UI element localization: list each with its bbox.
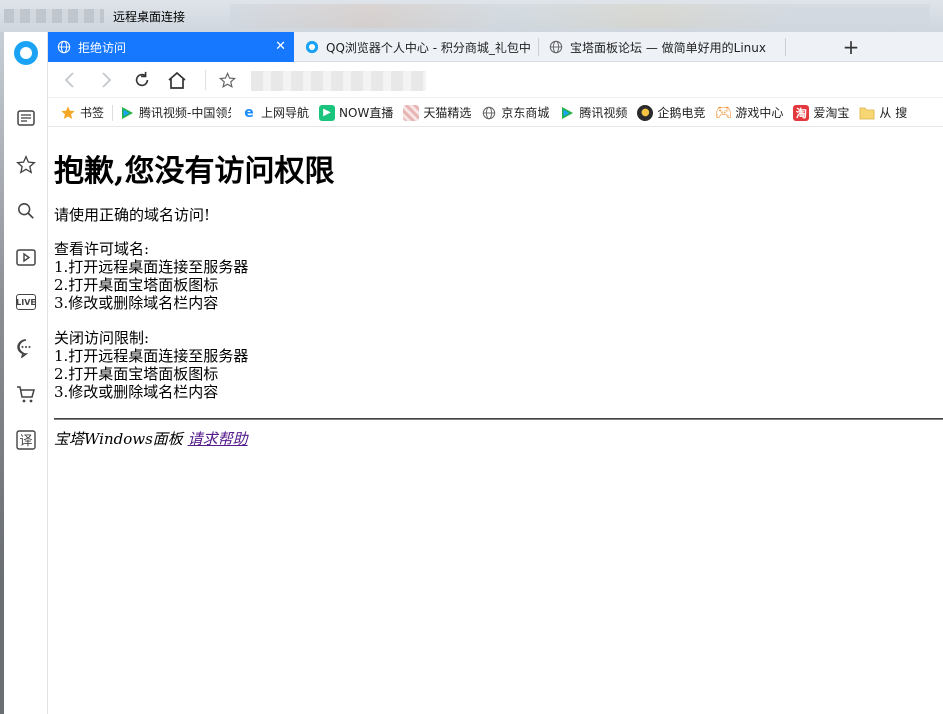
- divider: [112, 104, 114, 121]
- page-heading: 抱歉,您没有访问权限: [54, 154, 335, 189]
- bookmark-star-icon[interactable]: [215, 68, 239, 92]
- tab-label: QQ浏览器个人中心 - 积分商城_礼包中: [326, 40, 531, 55]
- window-title: 远程桌面连接: [113, 10, 186, 24]
- page-footer: 宝塔Windows面板 请求帮助: [54, 428, 248, 449]
- bookmark-tencent-video[interactable]: 腾讯视频: [559, 104, 627, 121]
- tab-qq-user-center[interactable]: QQ浏览器个人中心 - 积分商城_礼包中: [296, 32, 536, 62]
- page-content: 抱歉,您没有访问权限 请使用正确的域名访问! 查看许可域名: 1.打开远程桌面连…: [54, 128, 943, 714]
- globe-icon: [481, 105, 497, 121]
- desktop-edge: [0, 32, 4, 714]
- step-item: 3.修改或删除域名栏内容: [54, 294, 219, 312]
- bookmark-now-live[interactable]: ▶ NOW直播: [319, 104, 393, 121]
- qq-browser-icon: [304, 39, 320, 55]
- news-icon[interactable]: [15, 107, 37, 129]
- globe-icon: [548, 39, 564, 55]
- tab-access-denied[interactable]: 拒绝访问 ✕: [48, 32, 294, 62]
- qq-browser-logo-icon[interactable]: [14, 41, 38, 65]
- bookmarks-bar: 书签 腾讯视频-中国领先 e 上网导航 ▶ NOW直播 天猫精选 京东商城 腾讯…: [48, 99, 943, 127]
- horizontal-rule: [54, 418, 943, 420]
- step-item: 1.打开远程桌面连接至服务器: [54, 347, 249, 365]
- new-tab-button[interactable]: +: [841, 35, 861, 59]
- bookmark-jd[interactable]: 京东商城: [481, 104, 549, 121]
- svg-text:译: 译: [19, 434, 32, 449]
- footer-text: 宝塔Windows面板: [54, 430, 183, 448]
- bookmark-penguin-esports[interactable]: ● 企鹅电竞: [637, 104, 705, 121]
- step-item: 2.打开桌面宝塔面板图标: [54, 276, 219, 294]
- view-domains-section: 查看许可域名: 1.打开远程桌面连接至服务器 2.打开桌面宝塔面板图标 3.修改…: [54, 240, 248, 312]
- forward-button[interactable]: [94, 68, 118, 92]
- bookmark-folder[interactable]: 从 搜: [859, 104, 907, 121]
- tencent-video-icon: [119, 105, 135, 121]
- translate-icon[interactable]: 译: [15, 429, 37, 451]
- live-icon[interactable]: LIVE: [15, 291, 37, 313]
- bookmark-ai-taobao[interactable]: 淘 爱淘宝: [793, 104, 849, 121]
- bookmark-game-center[interactable]: 🎮︎ 游戏中心: [714, 104, 784, 121]
- blurred-region: [4, 9, 104, 23]
- bookmark-tmall[interactable]: 天猫精选: [403, 104, 471, 121]
- taobao-icon: 淘: [793, 104, 810, 121]
- globe-icon: [56, 39, 72, 55]
- chat-icon[interactable]: [15, 337, 37, 359]
- step-item: 2.打开桌面宝塔面板图标: [54, 365, 219, 383]
- disable-restriction-section: 关闭访问限制: 1.打开远程桌面连接至服务器 2.打开桌面宝塔面板图标 3.修改…: [54, 329, 248, 401]
- bookmark-tencent-video-leading[interactable]: 腾讯视频-中国领先: [119, 104, 231, 121]
- tab-label: 拒绝访问: [78, 40, 127, 55]
- cart-icon[interactable]: [15, 383, 37, 405]
- tab-bt-forum[interactable]: 宝塔面板论坛 — 做简单好用的Linux: [540, 32, 780, 62]
- tab-strip: 拒绝访问 ✕ QQ浏览器个人中心 - 积分商城_礼包中 宝塔面板论坛 — 做简单…: [48, 32, 943, 62]
- star-icon: [60, 105, 76, 121]
- now-icon: ▶: [319, 104, 336, 121]
- rdp-titlebar: 远程桌面连接: [0, 0, 943, 32]
- browser-sidebar: [0, 32, 48, 714]
- home-button[interactable]: [165, 68, 189, 92]
- gamepad-icon: 🎮︎: [714, 104, 733, 121]
- bookmarks-menu[interactable]: 书签: [60, 104, 104, 121]
- step-item: 3.修改或删除域名栏内容: [54, 383, 219, 401]
- section-title: 查看许可域名:: [54, 240, 150, 258]
- address-bar: [48, 62, 943, 98]
- search-icon[interactable]: [15, 200, 37, 222]
- error-message: 请使用正确的域名访问!: [54, 206, 211, 224]
- tab-divider: [785, 38, 786, 56]
- help-link[interactable]: 请求帮助: [188, 430, 248, 448]
- folder-icon: [859, 105, 875, 121]
- bookmark-web-nav[interactable]: e 上网导航: [241, 104, 309, 121]
- tab-label: 宝塔面板论坛 — 做简单好用的Linux: [570, 40, 766, 55]
- section-title: 关闭访问限制:: [54, 329, 150, 347]
- divider: [205, 70, 206, 90]
- penguin-icon: ●: [637, 104, 654, 121]
- tmall-icon: [403, 104, 420, 121]
- url-input[interactable]: [251, 71, 426, 91]
- favorites-star-icon[interactable]: [15, 154, 37, 176]
- ie-icon: e: [244, 104, 254, 121]
- step-item: 1.打开远程桌面连接至服务器: [54, 258, 249, 276]
- tencent-video-icon: [559, 105, 575, 121]
- blurred-region: [230, 4, 930, 28]
- refresh-button[interactable]: [130, 68, 154, 92]
- back-button[interactable]: [58, 68, 82, 92]
- tab-divider: [538, 38, 539, 56]
- close-tab-icon[interactable]: ✕: [275, 39, 286, 54]
- video-icon[interactable]: [15, 246, 37, 268]
